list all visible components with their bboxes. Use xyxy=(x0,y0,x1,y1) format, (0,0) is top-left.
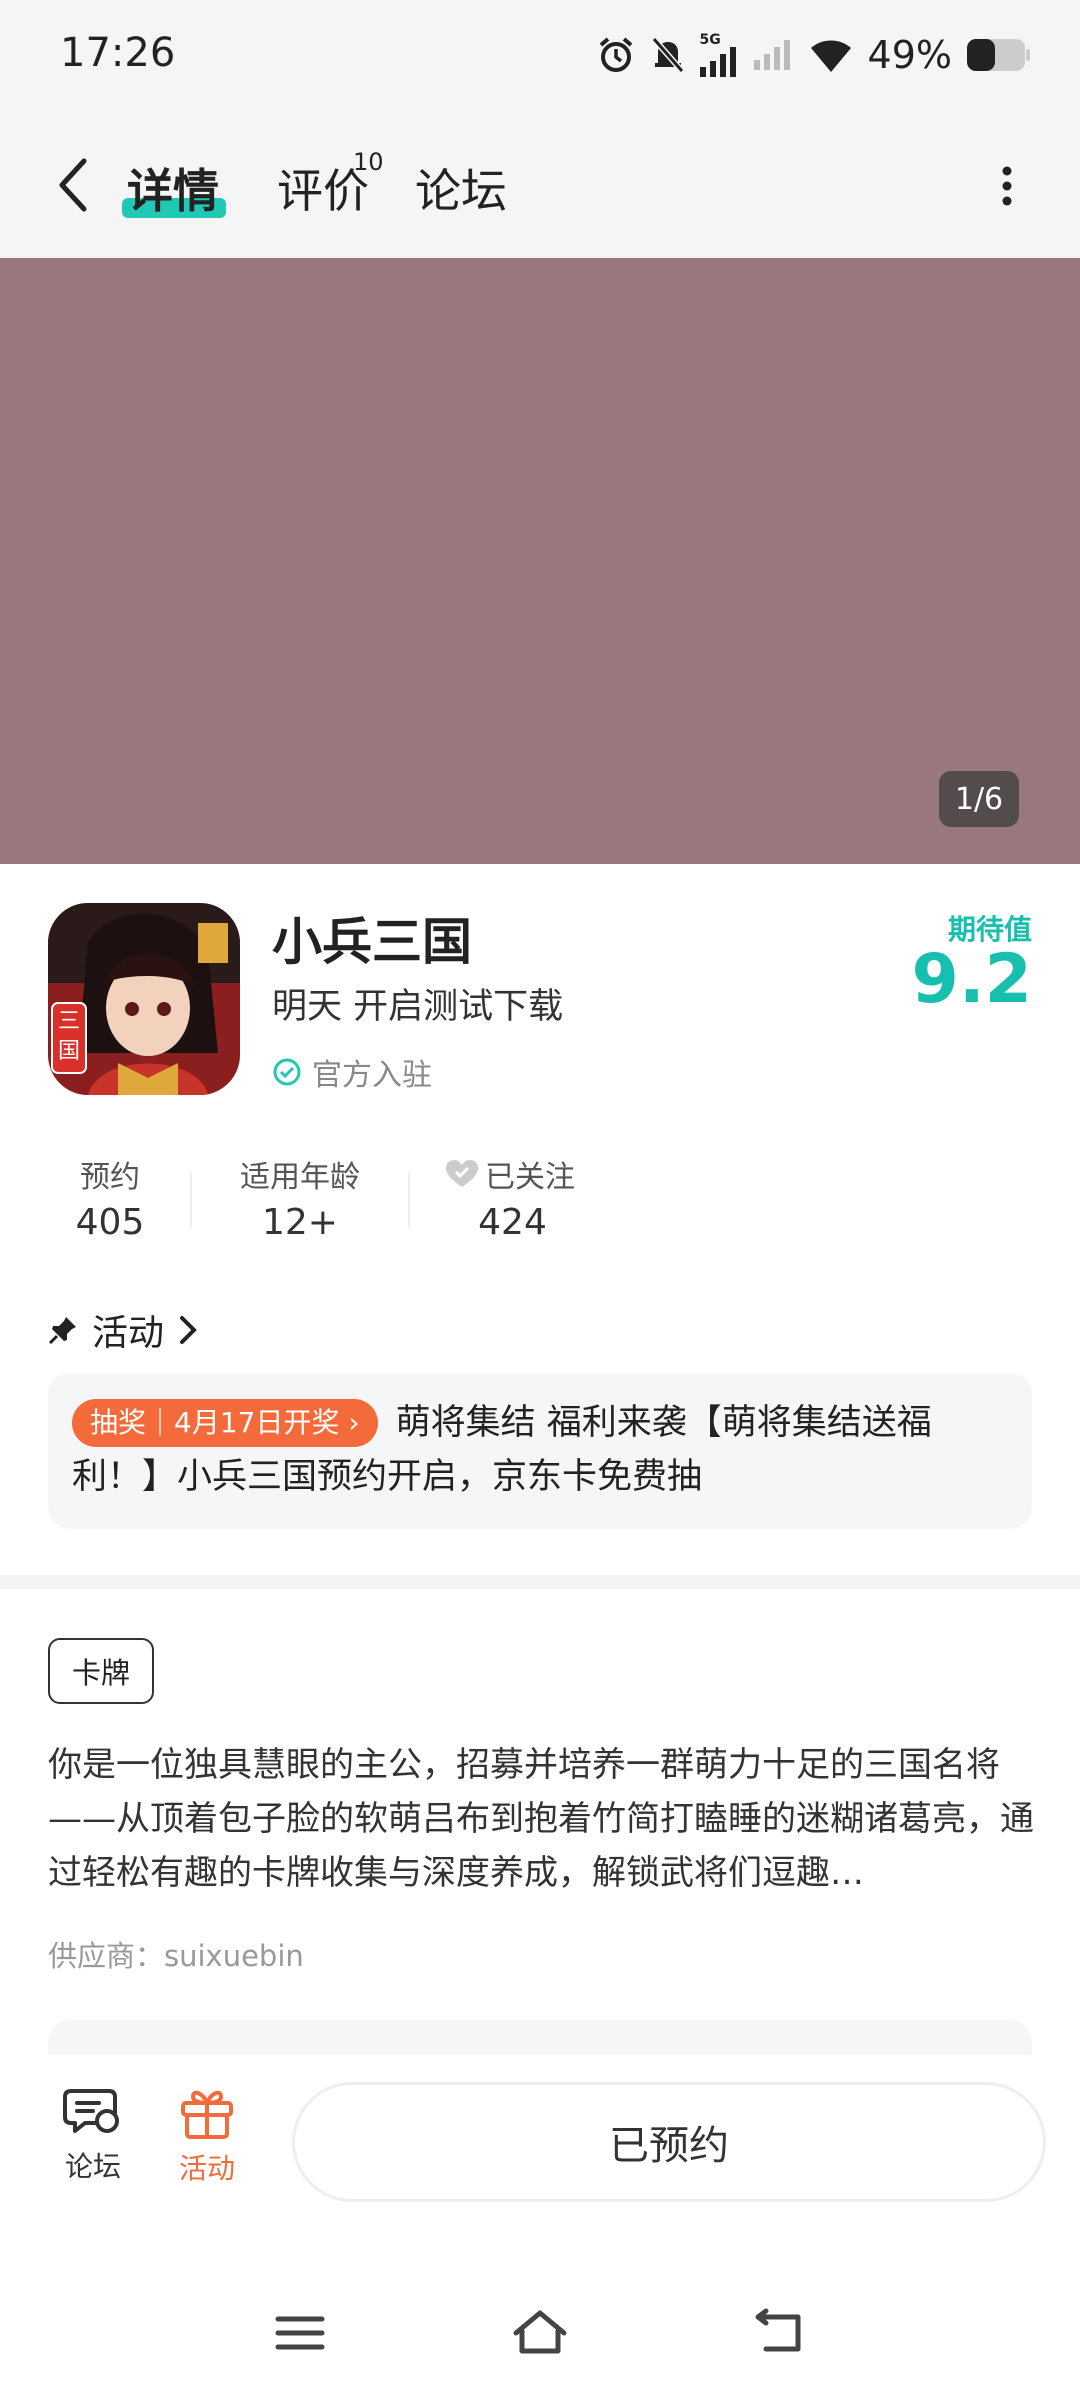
supplier-text: 供应商：suixuebin xyxy=(48,1939,304,1973)
menu-nav-icon[interactable] xyxy=(270,2305,330,2361)
bottom-activity-label: 活动 xyxy=(178,2152,235,2185)
battery-percent: 49% xyxy=(867,33,952,77)
stat-reservations-value: 405 xyxy=(75,1202,145,1243)
status-time: 17:26 xyxy=(60,30,176,76)
tag-chevron-icon: › xyxy=(348,1406,360,1439)
genre-tag[interactable]: 卡牌 xyxy=(48,1638,155,1704)
section-separator xyxy=(0,1575,1080,1589)
bottom-activity-button[interactable]: 活动 xyxy=(162,2085,252,2187)
back-nav-icon[interactable] xyxy=(750,2305,810,2361)
signal-5g-icon: 5G xyxy=(699,32,740,77)
app-name: 小兵三国 xyxy=(272,913,472,971)
game-description[interactable]: 你是一位独具慧眼的主公，招募并培养一群萌力十足的三国名将——从顶着包子脸的软萌吕… xyxy=(48,1738,1038,1900)
lottery-tag: 抽奖｜4月17日开奖 › xyxy=(72,1399,378,1447)
back-arrow-icon[interactable] xyxy=(50,155,100,215)
official-badge: 官方入驻 xyxy=(272,1050,432,1094)
app-icon: 三国 xyxy=(48,903,240,1095)
lottery-tag-label: 抽奖｜4月17日开奖 xyxy=(90,1406,340,1439)
activity-title: 活动 xyxy=(92,1313,165,1354)
home-nav-icon[interactable] xyxy=(510,2305,570,2361)
stat-followers-label-wrap[interactable]: 已关注 xyxy=(445,1152,585,1196)
official-label: 官方入驻 xyxy=(312,1058,432,1093)
heart-check-icon xyxy=(446,1160,478,1187)
reserved-button[interactable]: 已预约 xyxy=(292,2082,1046,2202)
stat-divider xyxy=(190,1172,192,1228)
tab-forum[interactable]: 论坛 xyxy=(415,155,507,221)
status-icons: 5G 49% xyxy=(596,30,1030,80)
verified-check-icon xyxy=(273,1058,301,1086)
network-label: 5G xyxy=(699,32,721,48)
battery-icon xyxy=(967,39,1030,71)
tab-details[interactable]: 详情 xyxy=(127,155,219,221)
gift-icon xyxy=(181,2090,233,2139)
stat-age-label: 适用年龄 xyxy=(240,1160,360,1195)
wifi-icon xyxy=(810,40,851,72)
media-banner[interactable] xyxy=(0,258,1080,864)
activity-header[interactable]: 活动 xyxy=(48,1304,198,1356)
signal-secondary-icon xyxy=(753,40,790,70)
bottom-forum-label: 论坛 xyxy=(64,2150,121,2183)
chevron-right-icon xyxy=(180,1316,197,1344)
activity-content: 抽奖｜4月17日开奖 › 萌将集结 福利来袭【萌将集结送福利！】小兵三国预约开启，… xyxy=(72,1396,1012,1504)
mute-bell-icon xyxy=(651,37,684,73)
reviews-count-badge: 10 xyxy=(353,148,384,176)
pin-icon xyxy=(48,1317,76,1345)
stat-followers-value: 424 xyxy=(478,1202,547,1243)
banner-pager: 1/6 xyxy=(939,771,1019,827)
more-options-icon[interactable] xyxy=(1000,166,1014,206)
alarm-icon xyxy=(599,37,632,72)
stat-reservations-label: 预约 xyxy=(80,1160,140,1195)
expectation-score: 9.2 xyxy=(911,940,1032,1019)
forum-chat-icon xyxy=(63,2089,119,2133)
stat-age-value: 12+ xyxy=(262,1202,338,1243)
stat-followers-label: 已关注 xyxy=(485,1160,575,1195)
stat-divider xyxy=(408,1172,410,1228)
bottom-forum-button[interactable]: 论坛 xyxy=(48,2085,138,2185)
app-icon-text: 三国 xyxy=(57,1009,80,1064)
app-subtitle: 明天 开启测试下载 xyxy=(272,987,564,1027)
